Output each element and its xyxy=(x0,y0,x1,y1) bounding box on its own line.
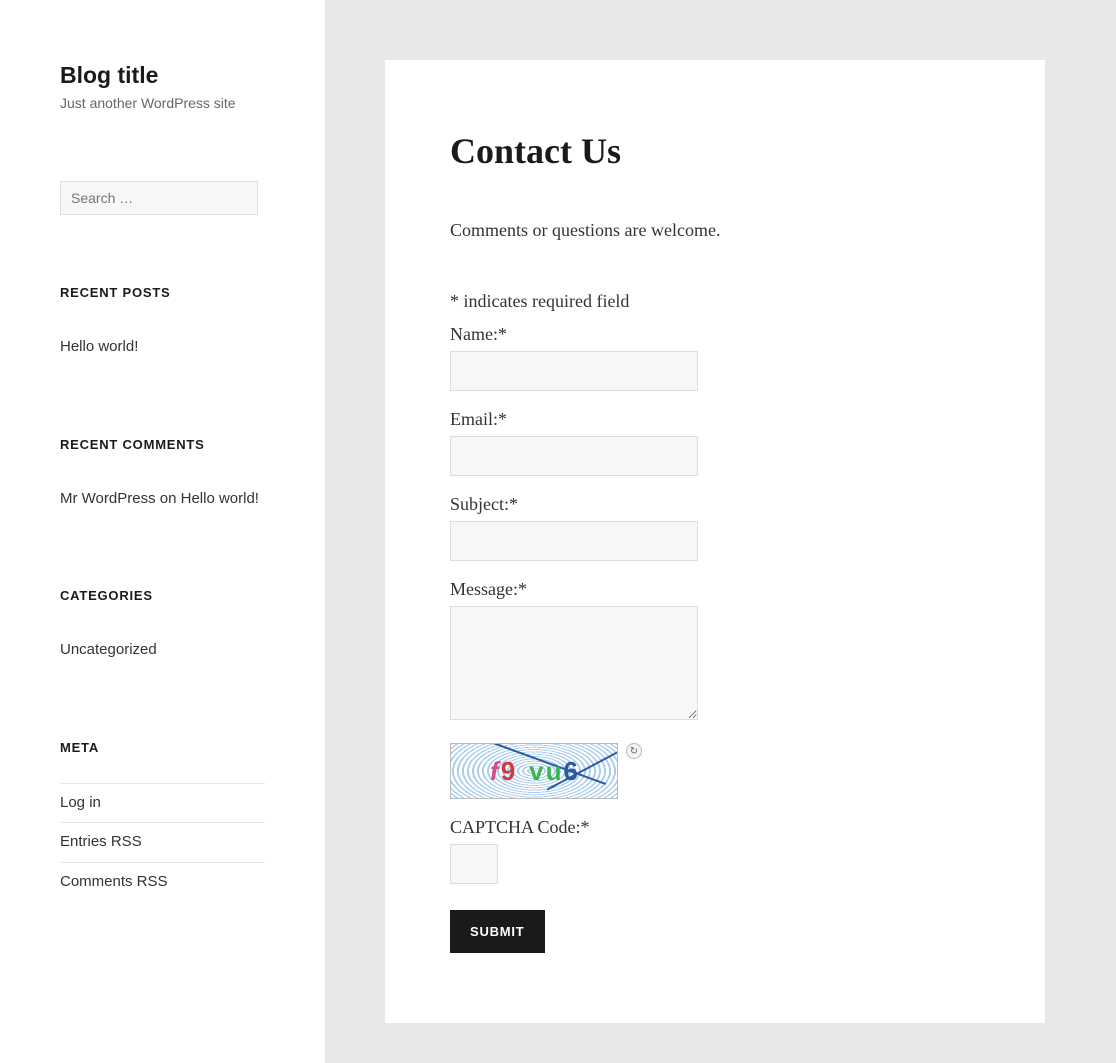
captcha-char: 9 xyxy=(501,756,515,787)
captcha-input[interactable] xyxy=(450,844,498,884)
sidebar: Blog title Just another WordPress site R… xyxy=(0,0,325,1063)
meta-login-link[interactable]: Log in xyxy=(60,783,265,824)
message-input[interactable] xyxy=(450,606,698,720)
search-input[interactable] xyxy=(60,181,258,215)
meta-comments-rss-link[interactable]: Comments RSS xyxy=(60,863,265,902)
site-title[interactable]: Blog title xyxy=(60,62,265,89)
categories-widget: CATEGORIES Uncategorized xyxy=(60,588,265,670)
meta-title: META xyxy=(60,740,265,755)
email-input[interactable] xyxy=(450,436,698,476)
captcha-image: f 9 v u 6 xyxy=(450,743,618,799)
submit-button[interactable]: SUBMIT xyxy=(450,910,545,953)
captcha-field-group: CAPTCHA Code:* xyxy=(450,817,980,884)
comment-connector: on xyxy=(156,490,181,507)
comment-author-link[interactable]: Mr WordPress xyxy=(60,490,156,507)
content-box: Contact Us Comments or questions are wel… xyxy=(385,60,1045,1023)
intro-text: Comments or questions are welcome. xyxy=(450,220,980,241)
category-item[interactable]: Uncategorized xyxy=(60,631,265,670)
captcha-label: CAPTCHA Code:* xyxy=(450,817,980,838)
comment-post-link[interactable]: Hello world! xyxy=(181,490,259,507)
captcha-char: v xyxy=(529,756,543,787)
captcha-refresh-icon[interactable]: ↻ xyxy=(626,743,642,759)
captcha-row: f 9 v u 6 ↻ xyxy=(450,743,980,799)
name-field-group: Name:* xyxy=(450,324,980,391)
email-label: Email:* xyxy=(450,409,980,430)
subject-label: Subject:* xyxy=(450,494,980,515)
captcha-char: u xyxy=(546,756,562,787)
meta-widget: META Log in Entries RSS Comments RSS xyxy=(60,740,265,902)
recent-comments-widget: RECENT COMMENTS Mr WordPress on Hello wo… xyxy=(60,437,265,519)
recent-posts-widget: RECENT POSTS Hello world! xyxy=(60,285,265,367)
search-form xyxy=(60,181,265,215)
name-label: Name:* xyxy=(450,324,980,345)
site-tagline: Just another WordPress site xyxy=(60,95,265,111)
subject-input[interactable] xyxy=(450,521,698,561)
captcha-char: f xyxy=(490,756,499,787)
main-content-area: Contact Us Comments or questions are wel… xyxy=(325,0,1116,1063)
categories-title: CATEGORIES xyxy=(60,588,265,603)
subject-field-group: Subject:* xyxy=(450,494,980,561)
recent-posts-title: RECENT POSTS xyxy=(60,285,265,300)
recent-comments-title: RECENT COMMENTS xyxy=(60,437,265,452)
required-note: * indicates required field xyxy=(450,291,980,312)
message-label: Message:* xyxy=(450,579,980,600)
name-input[interactable] xyxy=(450,351,698,391)
email-field-group: Email:* xyxy=(450,409,980,476)
meta-entries-rss-link[interactable]: Entries RSS xyxy=(60,823,265,863)
captcha-char: 6 xyxy=(564,756,578,787)
page-title: Contact Us xyxy=(450,130,980,172)
recent-comment-item: Mr WordPress on Hello world! xyxy=(60,480,265,519)
message-field-group: Message:* xyxy=(450,579,980,725)
recent-post-item[interactable]: Hello world! xyxy=(60,328,265,367)
